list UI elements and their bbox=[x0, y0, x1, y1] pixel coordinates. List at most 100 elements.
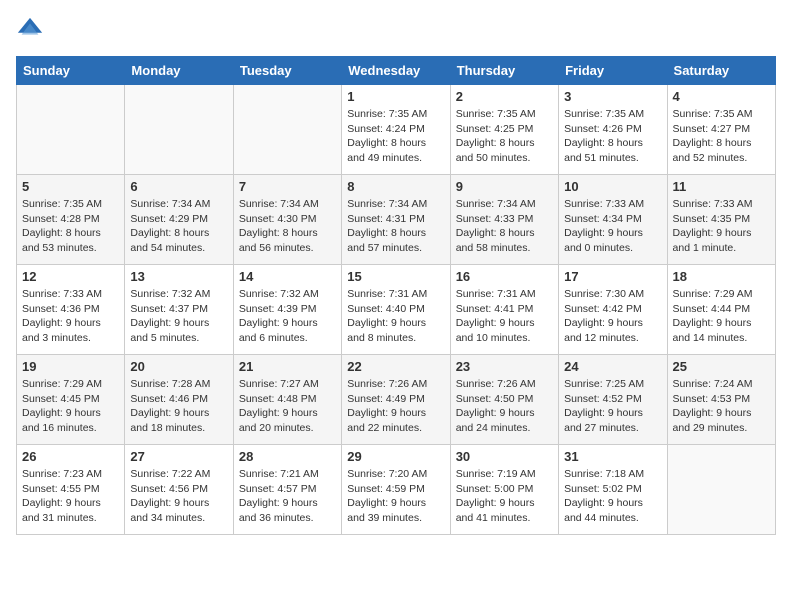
day-info: Sunrise: 7:35 AM Sunset: 4:25 PM Dayligh… bbox=[456, 107, 553, 166]
calendar-cell bbox=[667, 445, 775, 535]
day-number: 12 bbox=[22, 269, 119, 284]
calendar-cell: 12 Sunrise: 7:33 AM Sunset: 4:36 PM Dayli… bbox=[17, 265, 125, 355]
day-number: 16 bbox=[456, 269, 553, 284]
day-info: Sunrise: 7:31 AM Sunset: 4:41 PM Dayligh… bbox=[456, 287, 553, 346]
weekday-header-sunday: Sunday bbox=[17, 57, 125, 85]
day-number: 31 bbox=[564, 449, 661, 464]
calendar-cell: 14 Sunrise: 7:32 AM Sunset: 4:39 PM Dayli… bbox=[233, 265, 341, 355]
day-info: Sunrise: 7:28 AM Sunset: 4:46 PM Dayligh… bbox=[130, 377, 227, 436]
calendar-cell: 8 Sunrise: 7:34 AM Sunset: 4:31 PM Daylig… bbox=[342, 175, 450, 265]
day-number: 28 bbox=[239, 449, 336, 464]
day-number: 30 bbox=[456, 449, 553, 464]
calendar-week-2: 5 Sunrise: 7:35 AM Sunset: 4:28 PM Daylig… bbox=[17, 175, 776, 265]
day-number: 23 bbox=[456, 359, 553, 374]
calendar-cell: 22 Sunrise: 7:26 AM Sunset: 4:49 PM Dayli… bbox=[342, 355, 450, 445]
day-info: Sunrise: 7:33 AM Sunset: 4:35 PM Dayligh… bbox=[673, 197, 770, 256]
day-number: 22 bbox=[347, 359, 444, 374]
day-info: Sunrise: 7:29 AM Sunset: 4:44 PM Dayligh… bbox=[673, 287, 770, 346]
day-number: 2 bbox=[456, 89, 553, 104]
calendar-cell: 11 Sunrise: 7:33 AM Sunset: 4:35 PM Dayli… bbox=[667, 175, 775, 265]
day-number: 8 bbox=[347, 179, 444, 194]
calendar-cell: 5 Sunrise: 7:35 AM Sunset: 4:28 PM Daylig… bbox=[17, 175, 125, 265]
day-info: Sunrise: 7:34 AM Sunset: 4:30 PM Dayligh… bbox=[239, 197, 336, 256]
day-info: Sunrise: 7:29 AM Sunset: 4:45 PM Dayligh… bbox=[22, 377, 119, 436]
calendar-cell: 20 Sunrise: 7:28 AM Sunset: 4:46 PM Dayli… bbox=[125, 355, 233, 445]
day-info: Sunrise: 7:33 AM Sunset: 4:36 PM Dayligh… bbox=[22, 287, 119, 346]
calendar-cell bbox=[125, 85, 233, 175]
day-info: Sunrise: 7:21 AM Sunset: 4:57 PM Dayligh… bbox=[239, 467, 336, 526]
day-number: 27 bbox=[130, 449, 227, 464]
calendar-cell: 30Sunrise: 7:19 AM Sunset: 5:00 PM Dayli… bbox=[450, 445, 558, 535]
calendar-cell: 4Sunrise: 7:35 AM Sunset: 4:27 PM Daylig… bbox=[667, 85, 775, 175]
weekday-header-monday: Monday bbox=[125, 57, 233, 85]
day-number: 15 bbox=[347, 269, 444, 284]
header bbox=[16, 16, 776, 44]
day-info: Sunrise: 7:18 AM Sunset: 5:02 PM Dayligh… bbox=[564, 467, 661, 526]
day-info: Sunrise: 7:26 AM Sunset: 4:50 PM Dayligh… bbox=[456, 377, 553, 436]
day-info: Sunrise: 7:33 AM Sunset: 4:34 PM Dayligh… bbox=[564, 197, 661, 256]
calendar-cell: 9 Sunrise: 7:34 AM Sunset: 4:33 PM Daylig… bbox=[450, 175, 558, 265]
weekday-header-thursday: Thursday bbox=[450, 57, 558, 85]
day-number: 5 bbox=[22, 179, 119, 194]
calendar-cell: 18 Sunrise: 7:29 AM Sunset: 4:44 PM Dayli… bbox=[667, 265, 775, 355]
day-info: Sunrise: 7:20 AM Sunset: 4:59 PM Dayligh… bbox=[347, 467, 444, 526]
day-info: Sunrise: 7:34 AM Sunset: 4:29 PM Dayligh… bbox=[130, 197, 227, 256]
weekday-header-wednesday: Wednesday bbox=[342, 57, 450, 85]
day-info: Sunrise: 7:26 AM Sunset: 4:49 PM Dayligh… bbox=[347, 377, 444, 436]
calendar-cell: 19 Sunrise: 7:29 AM Sunset: 4:45 PM Dayli… bbox=[17, 355, 125, 445]
calendar-cell bbox=[17, 85, 125, 175]
calendar-cell: 17Sunrise: 7:30 AM Sunset: 4:42 PM Dayli… bbox=[559, 265, 667, 355]
day-info: Sunrise: 7:27 AM Sunset: 4:48 PM Dayligh… bbox=[239, 377, 336, 436]
day-number: 19 bbox=[22, 359, 119, 374]
day-number: 11 bbox=[673, 179, 770, 194]
day-info: Sunrise: 7:35 AM Sunset: 4:28 PM Dayligh… bbox=[22, 197, 119, 256]
calendar-week-3: 12 Sunrise: 7:33 AM Sunset: 4:36 PM Dayli… bbox=[17, 265, 776, 355]
logo-icon bbox=[16, 16, 44, 44]
day-number: 9 bbox=[456, 179, 553, 194]
calendar-cell bbox=[233, 85, 341, 175]
day-number: 6 bbox=[130, 179, 227, 194]
day-number: 14 bbox=[239, 269, 336, 284]
day-number: 3 bbox=[564, 89, 661, 104]
calendar-cell: 25Sunrise: 7:24 AM Sunset: 4:53 PM Dayli… bbox=[667, 355, 775, 445]
day-info: Sunrise: 7:22 AM Sunset: 4:56 PM Dayligh… bbox=[130, 467, 227, 526]
day-info: Sunrise: 7:32 AM Sunset: 4:37 PM Dayligh… bbox=[130, 287, 227, 346]
day-number: 10 bbox=[564, 179, 661, 194]
day-number: 21 bbox=[239, 359, 336, 374]
calendar-cell: 21 Sunrise: 7:27 AM Sunset: 4:48 PM Dayli… bbox=[233, 355, 341, 445]
day-number: 1 bbox=[347, 89, 444, 104]
calendar-week-1: 1 Sunrise: 7:35 AM Sunset: 4:24 PM Daylig… bbox=[17, 85, 776, 175]
weekday-header-saturday: Saturday bbox=[667, 57, 775, 85]
calendar-cell: 31 Sunrise: 7:18 AM Sunset: 5:02 PM Dayli… bbox=[559, 445, 667, 535]
day-info: Sunrise: 7:35 AM Sunset: 4:27 PM Dayligh… bbox=[673, 107, 770, 166]
calendar-cell: 6 Sunrise: 7:34 AM Sunset: 4:29 PM Daylig… bbox=[125, 175, 233, 265]
day-number: 24 bbox=[564, 359, 661, 374]
day-info: Sunrise: 7:32 AM Sunset: 4:39 PM Dayligh… bbox=[239, 287, 336, 346]
day-info: Sunrise: 7:23 AM Sunset: 4:55 PM Dayligh… bbox=[22, 467, 119, 526]
calendar-cell: 28 Sunrise: 7:21 AM Sunset: 4:57 PM Dayli… bbox=[233, 445, 341, 535]
weekday-header-friday: Friday bbox=[559, 57, 667, 85]
day-info: Sunrise: 7:35 AM Sunset: 4:26 PM Dayligh… bbox=[564, 107, 661, 166]
day-number: 13 bbox=[130, 269, 227, 284]
day-number: 20 bbox=[130, 359, 227, 374]
day-info: Sunrise: 7:34 AM Sunset: 4:33 PM Dayligh… bbox=[456, 197, 553, 256]
calendar-table: SundayMondayTuesdayWednesdayThursdayFrid… bbox=[16, 56, 776, 535]
calendar-cell: 1 Sunrise: 7:35 AM Sunset: 4:24 PM Daylig… bbox=[342, 85, 450, 175]
day-number: 7 bbox=[239, 179, 336, 194]
day-number: 29 bbox=[347, 449, 444, 464]
calendar-cell: 7 Sunrise: 7:34 AM Sunset: 4:30 PM Daylig… bbox=[233, 175, 341, 265]
calendar-cell: 23 Sunrise: 7:26 AM Sunset: 4:50 PM Dayli… bbox=[450, 355, 558, 445]
day-info: Sunrise: 7:34 AM Sunset: 4:31 PM Dayligh… bbox=[347, 197, 444, 256]
day-number: 18 bbox=[673, 269, 770, 284]
calendar-cell: 27 Sunrise: 7:22 AM Sunset: 4:56 PM Dayli… bbox=[125, 445, 233, 535]
calendar-cell: 2 Sunrise: 7:35 AM Sunset: 4:25 PM Daylig… bbox=[450, 85, 558, 175]
calendar-week-4: 19 Sunrise: 7:29 AM Sunset: 4:45 PM Dayli… bbox=[17, 355, 776, 445]
calendar-cell: 26Sunrise: 7:23 AM Sunset: 4:55 PM Dayli… bbox=[17, 445, 125, 535]
calendar-cell: 24Sunrise: 7:25 AM Sunset: 4:52 PM Dayli… bbox=[559, 355, 667, 445]
calendar-cell: 16 Sunrise: 7:31 AM Sunset: 4:41 PM Dayli… bbox=[450, 265, 558, 355]
calendar-week-5: 26Sunrise: 7:23 AM Sunset: 4:55 PM Dayli… bbox=[17, 445, 776, 535]
day-info: Sunrise: 7:35 AM Sunset: 4:24 PM Dayligh… bbox=[347, 107, 444, 166]
day-info: Sunrise: 7:31 AM Sunset: 4:40 PM Dayligh… bbox=[347, 287, 444, 346]
calendar-cell: 3 Sunrise: 7:35 AM Sunset: 4:26 PM Daylig… bbox=[559, 85, 667, 175]
day-number: 25 bbox=[673, 359, 770, 374]
